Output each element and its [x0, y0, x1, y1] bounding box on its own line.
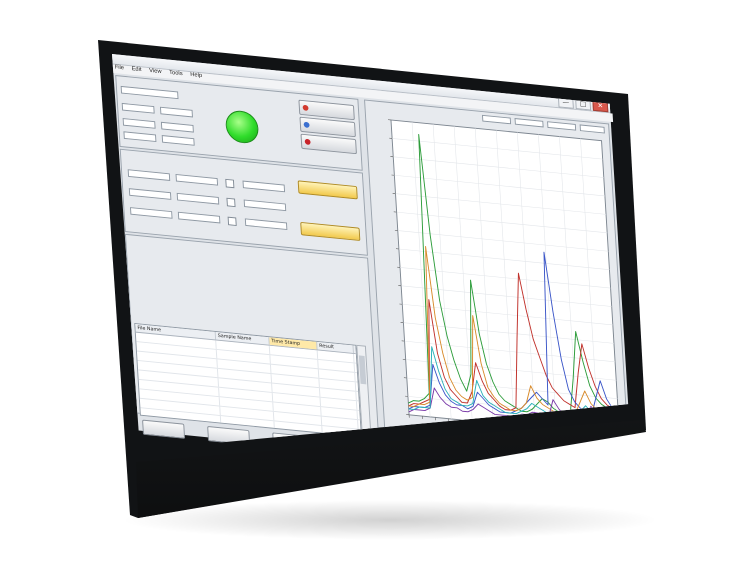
param-field-6[interactable]: [161, 135, 195, 146]
measure-checkbox-2[interactable]: [226, 197, 236, 208]
param-field-3[interactable]: [122, 118, 156, 129]
chart-toolbar-field-3[interactable]: [547, 121, 577, 131]
chart-panel: [364, 99, 630, 453]
measure-field-8[interactable]: [177, 211, 221, 224]
status-led-indicator: [224, 109, 260, 145]
param-field-2[interactable]: [159, 106, 193, 118]
menu-help[interactable]: Help: [190, 72, 202, 82]
status-button-3[interactable]: [300, 133, 357, 155]
chart-toolbar-field-2[interactable]: [514, 118, 544, 128]
measure-field-2[interactable]: [175, 173, 219, 186]
status-field[interactable]: [120, 85, 179, 100]
menu-file[interactable]: File: [115, 65, 125, 74]
spectrum-chart[interactable]: [368, 114, 627, 453]
measure-field-1[interactable]: [127, 169, 171, 181]
measure-field-3[interactable]: [242, 180, 286, 193]
measure-field-9[interactable]: [244, 218, 288, 231]
menu-tools[interactable]: Tools: [169, 70, 183, 80]
param-field-4[interactable]: [160, 121, 194, 133]
param-field-1[interactable]: [121, 102, 155, 114]
measure-field-5[interactable]: [176, 192, 220, 205]
measure-field-7[interactable]: [129, 207, 173, 219]
measure-checkbox-1[interactable]: [225, 178, 235, 189]
param-field-5[interactable]: [123, 131, 157, 143]
menu-edit[interactable]: Edit: [131, 66, 141, 75]
chart-toolbar-field-4[interactable]: [579, 124, 605, 134]
measure-action-button-2[interactable]: [300, 221, 361, 241]
left-pane: File Name Sample Name Time Stamp Result: [115, 75, 381, 450]
info-icon: [303, 121, 310, 128]
measure-field-6[interactable]: [243, 199, 287, 212]
scrollbar-thumb[interactable]: [358, 355, 367, 385]
product-photo: — □ ✕ File Edit View Tools Help File Nam…: [0, 0, 749, 562]
stop-icon: [304, 138, 311, 145]
measure-field-4[interactable]: [128, 188, 172, 200]
measure-action-button-1[interactable]: [297, 180, 358, 200]
chart-toolbar-field-1[interactable]: [481, 114, 512, 125]
measure-checkbox-3[interactable]: [227, 216, 237, 227]
record-icon: [302, 104, 309, 111]
bottom-button-1[interactable]: [142, 419, 186, 439]
menu-view[interactable]: View: [149, 68, 162, 78]
